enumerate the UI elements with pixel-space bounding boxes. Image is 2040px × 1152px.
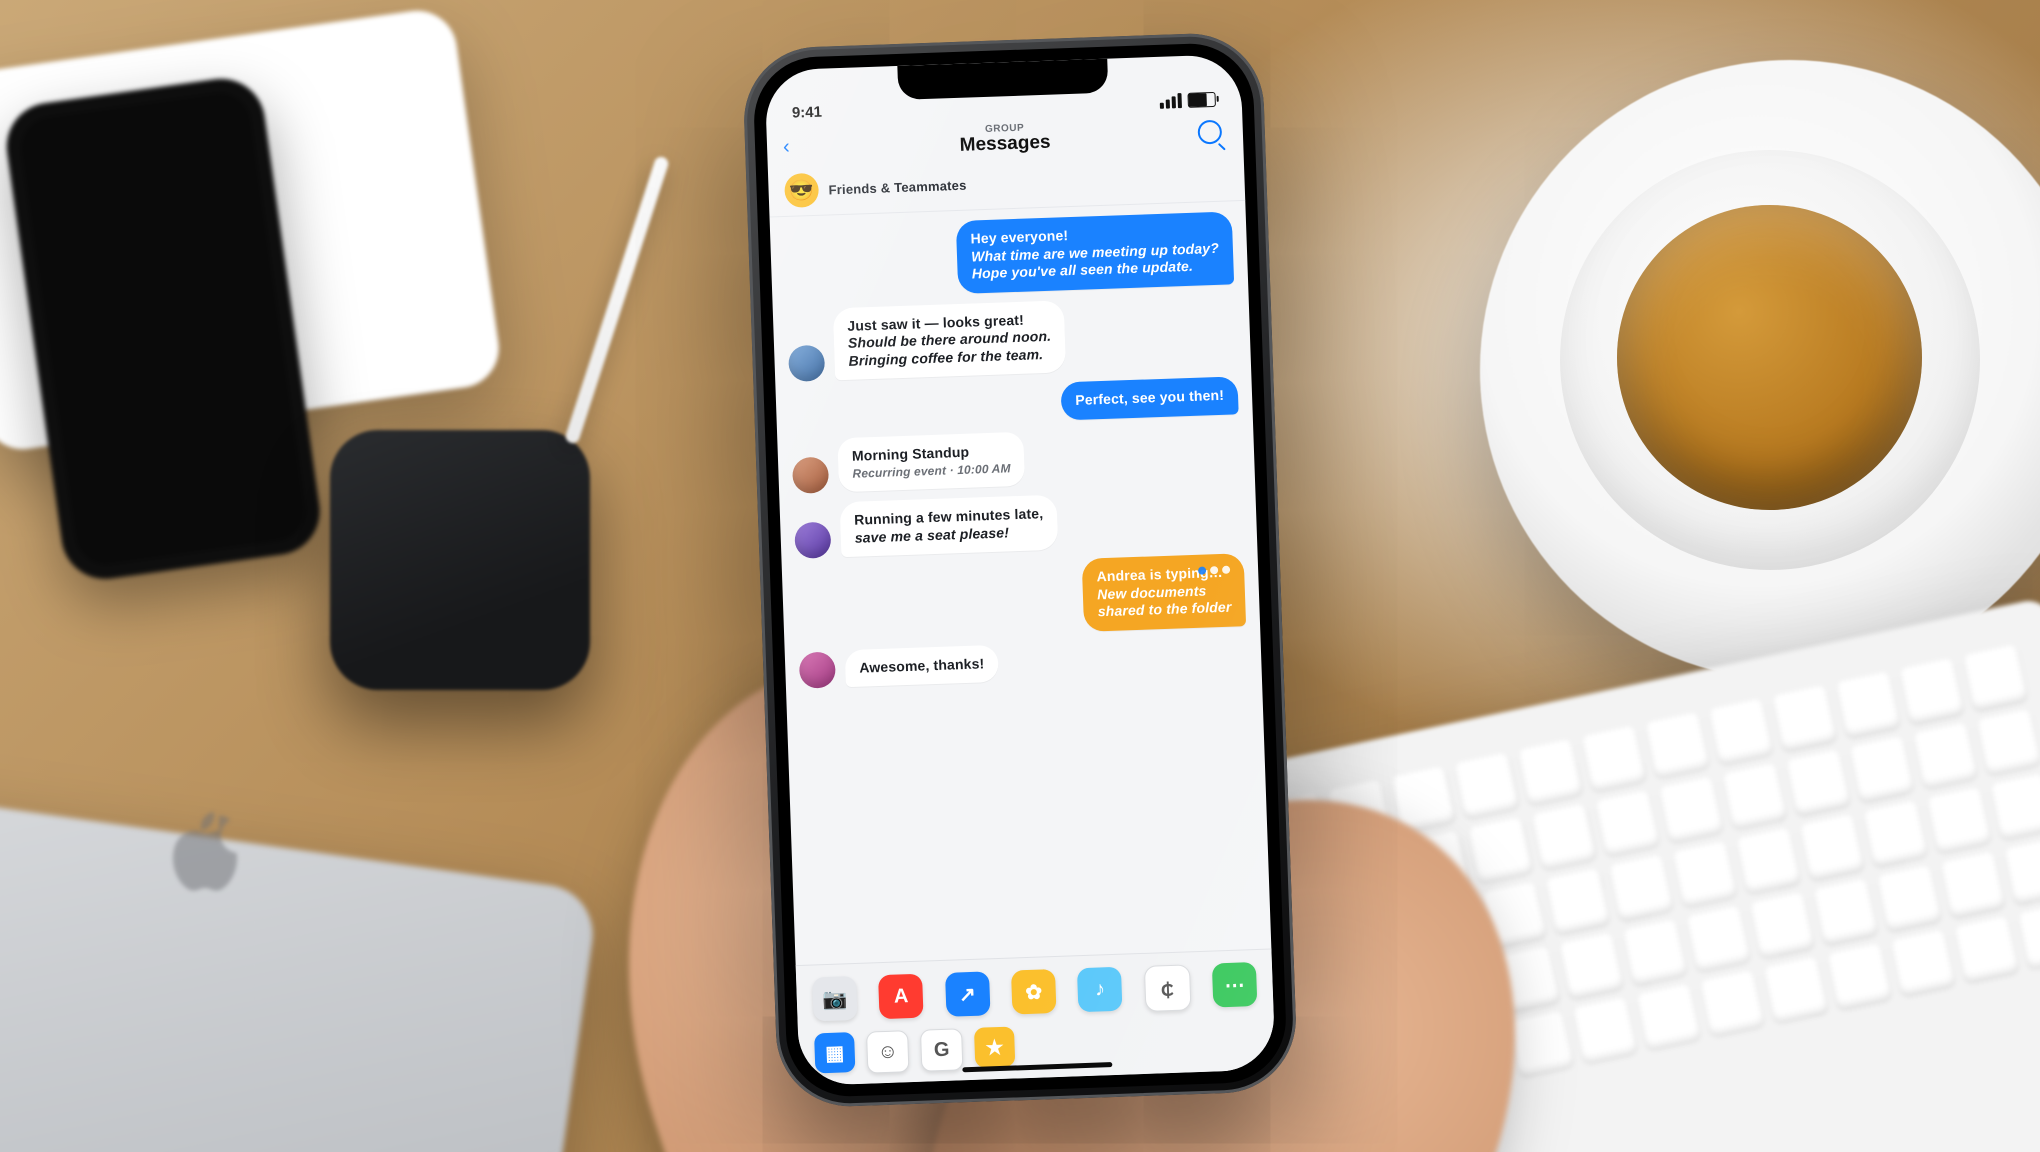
- message-line: Awesome, thanks!: [859, 655, 985, 677]
- message-row[interactable]: Hey everyone!What time are we meeting up…: [784, 211, 1234, 299]
- device-stack: [0, 6, 504, 455]
- phone-device: 9:41 ‹ GROUP Messages 😎 Friends & Teamma…: [742, 31, 1299, 1109]
- message-row[interactable]: Just saw it — looks great!Should be ther…: [787, 294, 1237, 382]
- back-button[interactable]: ‹: [783, 134, 818, 158]
- stylus-pen: [564, 155, 670, 445]
- gallery-app[interactable]: ▦: [814, 1032, 855, 1073]
- sender-avatar[interactable]: [792, 457, 829, 494]
- laptop-corner: [0, 778, 599, 1152]
- message-row[interactable]: Morning StandupRecurring event · 10:00 A…: [791, 424, 1241, 494]
- message-thread[interactable]: Hey everyone!What time are we meeting up…: [770, 201, 1262, 689]
- sender-avatar[interactable]: [794, 522, 831, 559]
- message-row[interactable]: Awesome, thanks!: [799, 636, 1248, 689]
- sender-avatar[interactable]: [788, 345, 825, 382]
- gif-app[interactable]: G: [920, 1028, 963, 1071]
- sticker-app[interactable]: ★: [974, 1026, 1015, 1067]
- pay-app[interactable]: ￠: [1144, 964, 1192, 1012]
- event-card-bubble[interactable]: Morning StandupRecurring event · 10:00 A…: [837, 431, 1025, 492]
- coffee-liquid: [1617, 205, 1922, 510]
- status-time: 9:41: [792, 104, 823, 122]
- outgoing-bubble[interactable]: Andrea is typing…New documentsshared to …: [1082, 553, 1246, 631]
- phone-screen[interactable]: 9:41 ‹ GROUP Messages 😎 Friends & Teamma…: [764, 54, 1275, 1086]
- card-subtitle: Recurring event · 10:00 AM: [852, 461, 1011, 482]
- participants-avatar: 😎: [784, 173, 819, 208]
- outgoing-bubble[interactable]: Hey everyone!What time are we meeting up…: [956, 211, 1234, 293]
- share-app[interactable]: ↗: [945, 971, 991, 1017]
- signal-icon: [1159, 93, 1182, 109]
- message-row[interactable]: Perfect, see you then!: [790, 376, 1239, 429]
- search-icon: [1197, 120, 1222, 145]
- search-button[interactable]: [1192, 115, 1227, 150]
- sender-avatar[interactable]: [799, 652, 836, 689]
- camera-app[interactable]: 📷: [812, 976, 858, 1022]
- battery-icon: [1187, 92, 1216, 108]
- participants-names: Friends & Teammates: [828, 177, 966, 197]
- memoji-app[interactable]: ☺: [866, 1030, 909, 1073]
- outgoing-bubble[interactable]: Perfect, see you then!: [1061, 376, 1239, 420]
- incoming-bubble[interactable]: Running a few minutes late,save me a sea…: [840, 495, 1059, 558]
- typing-indicator-icon: [1198, 566, 1230, 575]
- header-title: Messages: [959, 133, 1050, 156]
- message-row[interactable]: Running a few minutes late,save me a sea…: [794, 488, 1244, 559]
- incoming-bubble[interactable]: Just saw it — looks great!Should be ther…: [833, 300, 1067, 381]
- message-line: Perfect, see you then!: [1075, 387, 1224, 410]
- more-app[interactable]: ⋯: [1212, 962, 1258, 1008]
- message-row[interactable]: Andrea is typing…New documentsshared to …: [796, 553, 1246, 641]
- desk-scene: 9:41 ‹ GROUP Messages 😎 Friends & Teamma…: [0, 0, 2040, 1152]
- photos-app[interactable]: ✿: [1011, 969, 1057, 1015]
- earbud-case: [330, 430, 590, 690]
- message-line: shared to the folder: [1098, 599, 1232, 621]
- incoming-bubble[interactable]: Awesome, thanks!: [845, 644, 999, 687]
- apple-logo-icon: [170, 812, 240, 892]
- music-app[interactable]: ♪: [1077, 967, 1123, 1013]
- store-app[interactable]: A: [878, 974, 924, 1020]
